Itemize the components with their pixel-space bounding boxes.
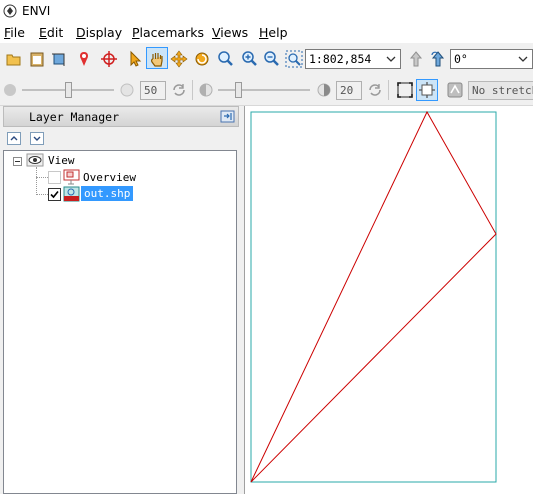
clipboard-icon[interactable] <box>28 50 46 68</box>
contrast-slider-track[interactable] <box>218 89 310 91</box>
layer-tree: View Overview out.shp <box>3 150 237 494</box>
map-scale-combobox[interactable]: 1:802,854 <box>305 49 401 69</box>
chevron-down-icon[interactable] <box>385 53 397 65</box>
window-title: ENVI <box>22 4 51 18</box>
chevron-down-icon <box>33 136 41 141</box>
stretch-type-field[interactable]: No stretch <box>468 81 533 100</box>
vector-layer-icon <box>63 186 80 202</box>
tree-connector <box>36 167 38 195</box>
brightness-slider-thumb[interactable] <box>65 82 72 98</box>
menu-placemarks[interactable]: Placemarks <box>132 25 204 40</box>
menu-views[interactable]: Views <box>212 25 248 40</box>
chevron-up-icon <box>10 136 18 141</box>
map-view[interactable] <box>244 106 533 494</box>
checkmark-icon <box>50 190 59 199</box>
toolbar-separator <box>388 80 389 100</box>
menu-edit[interactable]: Edit <box>39 25 63 40</box>
panel-splitter[interactable] <box>239 106 243 494</box>
menu-file[interactable]: File <box>4 25 25 40</box>
enhancement-toolbar: 50 20 No stretch <box>0 75 533 106</box>
rotate-to-icon[interactable] <box>429 50 447 68</box>
brightness-value-field[interactable]: 50 <box>140 81 166 100</box>
dock-pin-icon[interactable] <box>220 110 235 123</box>
envi-logo-icon <box>3 4 17 18</box>
toolbar-separator <box>192 80 193 100</box>
layer-tree-controls <box>3 130 239 148</box>
full-extent-icon[interactable] <box>396 81 414 99</box>
vector-polygon[interactable] <box>250 110 497 483</box>
rotation-combobox[interactable]: 0° <box>450 49 533 69</box>
title-bar: ENVI <box>0 0 533 24</box>
zoom-icon[interactable] <box>216 50 234 68</box>
view-eye-icon <box>26 153 44 167</box>
menu-display[interactable]: Display <box>76 25 122 40</box>
crosshair-icon[interactable] <box>100 50 118 68</box>
image-frame <box>250 111 497 483</box>
fly-icon[interactable] <box>170 50 188 68</box>
tree-collapse-toggle[interactable] <box>13 157 22 166</box>
overview-icon <box>63 169 80 185</box>
collapse-all-button[interactable] <box>7 132 21 145</box>
select-arrow-icon[interactable] <box>126 50 144 68</box>
open-icon[interactable] <box>5 50 23 68</box>
brightness-light-icon <box>120 83 134 97</box>
layer-manager-header: Layer Manager <box>3 106 239 127</box>
layer-manager-title: Layer Manager <box>29 110 120 124</box>
contrast-value-field[interactable]: 20 <box>336 81 362 100</box>
pan-hand-icon[interactable] <box>148 50 166 68</box>
placemark-pin-icon[interactable] <box>75 50 93 68</box>
crop-icon[interactable] <box>50 50 68 68</box>
zoom-in-icon[interactable] <box>240 50 258 68</box>
overview-layer-label[interactable]: Overview <box>83 171 136 184</box>
contrast-high-icon <box>317 83 331 97</box>
tree-root-view[interactable]: View <box>48 154 75 167</box>
contrast-slider-thumb[interactable] <box>235 82 242 98</box>
out-shp-layer-label[interactable]: out.shp <box>81 186 134 201</box>
contrast-low-icon <box>199 83 213 97</box>
out-shp-checkbox[interactable] <box>48 188 61 201</box>
chevron-down-icon[interactable] <box>517 53 529 65</box>
rotation-value: 0° <box>454 52 468 66</box>
menu-help[interactable]: Help <box>259 25 288 40</box>
tree-connector <box>36 194 48 196</box>
main-toolbar: 1:802,854 0° <box>0 44 533 74</box>
tree-connector <box>36 177 48 179</box>
zoom-fit-icon[interactable] <box>285 50 303 68</box>
fit-view-icon[interactable] <box>418 81 436 99</box>
menu-bar: File Edit Display Placemarks Views Help <box>0 24 533 43</box>
rotate-north-up-icon[interactable] <box>407 50 425 68</box>
brightness-dark-icon <box>4 84 16 96</box>
overview-checkbox[interactable] <box>48 171 61 184</box>
refresh-icon[interactable] <box>171 82 187 98</box>
expand-all-button[interactable] <box>30 132 44 145</box>
refresh-icon[interactable] <box>367 82 383 98</box>
map-scale-value: 1:802,854 <box>309 52 372 66</box>
map-canvas[interactable] <box>245 106 533 494</box>
zoom-out-icon[interactable] <box>262 50 280 68</box>
rotate-icon[interactable] <box>193 50 211 68</box>
stretch-tool-icon[interactable] <box>446 81 464 99</box>
